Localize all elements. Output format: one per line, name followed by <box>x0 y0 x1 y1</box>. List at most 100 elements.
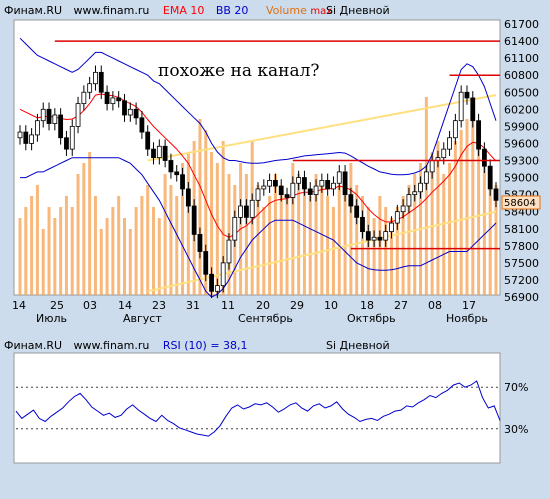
candle-body <box>371 236 377 241</box>
volume-bar <box>320 185 324 295</box>
volume-bar <box>30 196 34 295</box>
candle-body <box>156 145 162 159</box>
candle-body <box>203 251 209 275</box>
y-tick-label: 59300 <box>504 155 539 168</box>
candle-body <box>87 83 93 93</box>
volume-bar <box>482 163 486 295</box>
x-tick-label: 10 <box>324 299 338 312</box>
candle-body <box>296 177 302 184</box>
candle-body <box>354 205 360 218</box>
x-tick-label: 23 <box>152 299 166 312</box>
candle-body <box>93 71 98 85</box>
volume-bar <box>169 185 173 295</box>
candle-body <box>458 91 464 122</box>
candle-body <box>185 188 191 207</box>
volume-bar <box>157 218 161 295</box>
candle-body <box>476 120 481 150</box>
candle-body <box>290 182 296 198</box>
candle-body <box>267 180 273 187</box>
volume-bar <box>105 218 109 295</box>
y-tick-label: 57500 <box>504 257 539 270</box>
candle-body <box>273 180 278 187</box>
rsi-plot-area <box>13 352 501 464</box>
candle-body <box>46 108 52 124</box>
candle-body <box>383 231 389 241</box>
candle-body <box>452 120 458 139</box>
candle-body <box>162 145 168 161</box>
volume-bar <box>163 174 167 295</box>
volume-bar <box>88 152 92 295</box>
volume-bar <box>18 218 22 295</box>
candle-body <box>75 103 81 127</box>
candle-body <box>394 211 400 224</box>
volume-bar <box>53 218 57 295</box>
y-tick-label: 57200 <box>504 274 539 287</box>
candle-body <box>313 185 319 196</box>
candle-body <box>331 182 336 190</box>
volume-bar <box>175 196 179 295</box>
annotation-text: похоже на канал? <box>158 61 320 81</box>
volume-bar <box>76 174 80 295</box>
y-tick-label: 61400 <box>504 35 539 48</box>
candle-body <box>418 182 423 193</box>
volume-bar <box>268 196 272 295</box>
candle-body <box>98 71 104 93</box>
volume-bar <box>140 196 144 295</box>
candle-body <box>319 180 325 187</box>
candle-body <box>377 236 383 241</box>
candle-body <box>255 188 261 201</box>
candle-body <box>481 148 487 167</box>
candle-body <box>493 188 499 201</box>
candle-body <box>52 114 58 124</box>
y-tick-label: 57800 <box>504 240 539 253</box>
volume-bar <box>82 163 86 295</box>
candle-body <box>400 205 406 213</box>
y-tick-label: 59000 <box>504 172 539 185</box>
month-label: Июль <box>36 312 67 325</box>
candle-body <box>58 114 64 139</box>
candle-body <box>133 108 139 119</box>
candle-body <box>249 199 255 218</box>
rsi-tick-label: 30% <box>504 423 528 436</box>
volume-bar <box>64 196 68 295</box>
volume-bar <box>122 218 126 295</box>
volume-bar <box>152 207 156 295</box>
candle-body <box>220 262 226 287</box>
rsi-tick-label: 70% <box>504 381 528 394</box>
candle-body <box>238 205 243 218</box>
x-tick-label: 20 <box>256 299 270 312</box>
volume-bar <box>244 174 248 295</box>
x-tick-label: 03 <box>83 299 97 312</box>
month-label: Октябрь <box>347 312 396 325</box>
volume-bar <box>366 207 370 295</box>
volume-bar <box>59 207 63 295</box>
volume-bar <box>186 152 190 295</box>
candle-body <box>81 91 87 105</box>
candle-body <box>429 160 435 173</box>
candle-body <box>348 194 354 207</box>
candle-body <box>487 165 493 190</box>
candle-body <box>423 171 429 184</box>
candle-body <box>110 97 116 105</box>
candle-body <box>209 273 214 292</box>
volume-bar <box>70 207 74 295</box>
candle-body <box>151 148 156 159</box>
candle-body <box>261 185 267 190</box>
candle-body <box>214 285 220 292</box>
candle-body <box>284 194 290 198</box>
candle-body <box>69 125 75 150</box>
candle-body <box>122 100 127 116</box>
candle-body <box>307 188 313 196</box>
candle-body <box>243 205 249 218</box>
y-tick-label: 59600 <box>504 137 539 150</box>
volume-bar <box>111 207 115 295</box>
x-tick-label: 25 <box>50 299 64 312</box>
candle-body <box>302 177 307 190</box>
candle-body <box>325 180 331 190</box>
volume-bar <box>41 229 45 295</box>
candle-body <box>127 108 133 116</box>
y-tick-label: 60500 <box>504 86 539 99</box>
candle-body <box>470 97 476 122</box>
month-label: Август <box>123 312 162 325</box>
volume-bar <box>134 207 138 295</box>
